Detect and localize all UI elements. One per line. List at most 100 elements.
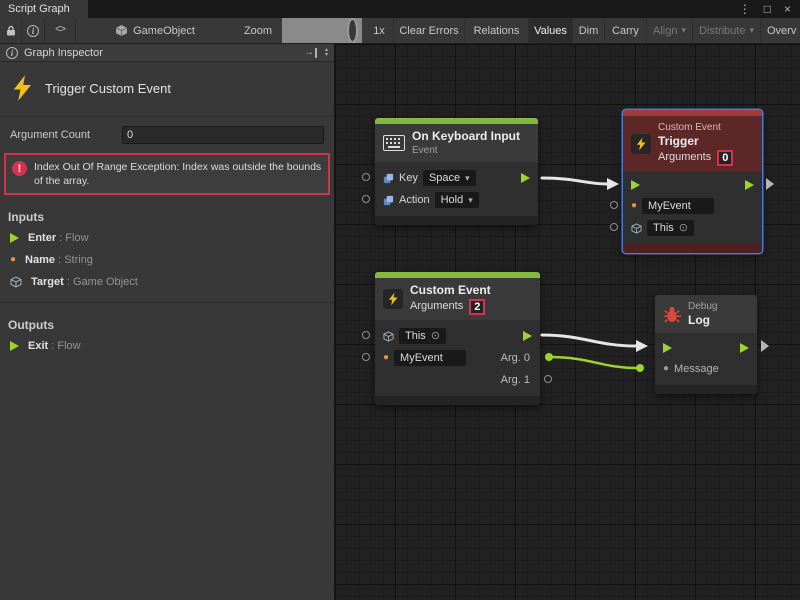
connection-arg0-to-message[interactable] [549, 357, 637, 368]
input-port[interactable] [362, 331, 370, 339]
node-footer [655, 385, 757, 394]
event-name-field[interactable]: MyEvent [642, 198, 714, 214]
output-port[interactable] [544, 375, 552, 383]
connection-keyboard-to-trigger[interactable] [542, 178, 607, 184]
node-trigger-custom-event[interactable]: Custom Event Trigger Arguments 0 ● MyEve… [623, 110, 762, 253]
message-row: ● Message [655, 358, 757, 380]
string-port-icon: ● [631, 201, 637, 211]
input-port[interactable] [610, 201, 618, 209]
tab-script-graph[interactable]: Script Graph [0, 0, 88, 18]
target-picker-icon[interactable]: ⊙ [679, 221, 688, 235]
collapse-panel-icon[interactable]: → [304, 48, 317, 58]
node-category: Debug [688, 300, 717, 313]
argument-count-row: Argument Count [10, 126, 324, 144]
input-port[interactable] [362, 173, 370, 181]
key-dropdown[interactable]: Space ▾ [423, 170, 476, 186]
connection-arrowhead [636, 340, 648, 352]
key-dropdown-value: Space [429, 171, 460, 185]
node-header: Debug Log [655, 295, 757, 333]
flow-output-port[interactable] [745, 180, 754, 190]
lightning-bolt-icon [383, 289, 403, 309]
input-port[interactable] [362, 195, 370, 203]
key-label: Key [399, 172, 418, 184]
node-title: On Keyboard Input [412, 129, 520, 144]
expand-caret-icon [761, 340, 769, 352]
flow-output-port[interactable] [523, 331, 532, 341]
argument-count-input[interactable] [122, 126, 324, 144]
node-body: This ⊙ ● MyEvent Arg. 0 Arg. 1 [375, 320, 540, 396]
close-icon[interactable]: × [784, 3, 791, 15]
outputs-section-header: Outputs [8, 318, 334, 332]
event-name-field[interactable]: MyEvent [394, 350, 466, 366]
section-divider [0, 302, 334, 303]
node-custom-event-arguments[interactable]: Custom Event Arguments 2 This ⊙ ● [375, 272, 540, 405]
zoom-value: 1x [368, 18, 390, 43]
info-icon: i [27, 25, 39, 37]
value-port-connected[interactable] [636, 364, 644, 372]
node-footer [375, 216, 538, 225]
align-button[interactable]: Align▾ [646, 18, 692, 43]
inspect-button[interactable]: i [22, 18, 45, 43]
values-button[interactable]: Values [528, 18, 572, 43]
flow-arrow-icon [10, 341, 19, 351]
input-port[interactable] [362, 353, 370, 361]
error-message-box: ! Index Out Of Range Exception: Index wa… [4, 153, 330, 195]
flow-output-port[interactable] [521, 173, 530, 183]
action-dropdown-value: Hold [441, 193, 464, 207]
key-icon [383, 173, 394, 184]
gameobject-cube-icon [631, 223, 642, 234]
flow-input-port[interactable] [663, 343, 672, 353]
value-port-connected[interactable] [545, 353, 553, 361]
distribute-button[interactable]: Distribute▾ [692, 18, 760, 43]
node-subtitle: Event [412, 144, 520, 157]
edit-source-button[interactable]: <> [45, 18, 76, 43]
flow-arrow-icon [10, 233, 19, 243]
window-menu-icon[interactable]: ⋮ [739, 3, 751, 15]
lock-button[interactable] [0, 18, 22, 43]
input-port[interactable] [610, 223, 618, 231]
unit-title-block: Trigger Custom Event [0, 62, 334, 117]
flow-output-port[interactable] [740, 343, 749, 353]
node-debug-log[interactable]: Debug Log ● Message [655, 295, 757, 394]
input-row-enter: Enter : Flow [0, 227, 334, 249]
flow-input-port[interactable] [631, 180, 640, 190]
dim-button[interactable]: Dim [572, 18, 604, 43]
connection-args-to-log[interactable] [542, 335, 636, 346]
info-icon: i [6, 47, 18, 59]
output-row-exit: Exit : Flow [0, 335, 334, 357]
carry-button[interactable]: Carry [604, 18, 646, 43]
clear-errors-button[interactable]: Clear Errors [393, 18, 464, 43]
input-row-name: ● Name : String [0, 249, 334, 271]
action-dropdown[interactable]: Hold ▾ [435, 192, 479, 208]
maximize-icon[interactable]: □ [764, 3, 771, 15]
node-on-keyboard-input[interactable]: On Keyboard Input Event Key Space ▾ Acti… [375, 118, 538, 225]
node-title: Log [688, 313, 717, 328]
gameobject-icon [115, 24, 128, 37]
connection-arrowhead [607, 178, 619, 190]
relations-button[interactable]: Relations [464, 18, 528, 43]
target-dropdown[interactable]: This ⊙ [399, 328, 446, 344]
overview-button[interactable]: Overv [760, 18, 800, 43]
gameobject-selector[interactable]: GameObject [110, 18, 200, 43]
target-value: This [405, 329, 426, 343]
node-footer [623, 243, 762, 253]
inputs-section-header: Inputs [8, 210, 334, 224]
value-port-icon[interactable]: ● [663, 364, 669, 374]
target-picker-icon[interactable]: ⊙ [431, 329, 440, 343]
bug-icon [663, 305, 681, 323]
arg1-label: Arg. 1 [501, 374, 530, 386]
window-tab-bar: Script Graph ⋮ □ × [0, 0, 800, 18]
arguments-label: Arguments [658, 149, 711, 166]
target-dropdown[interactable]: This ⊙ [647, 220, 694, 236]
zoom-slider-knob[interactable] [347, 18, 358, 43]
arguments-label: Arguments [410, 298, 463, 315]
node-footer [375, 396, 540, 405]
argument-count-label: Argument Count [10, 129, 122, 141]
input-row-target: Target : Game Object [0, 271, 334, 293]
target-row: This ⊙ [375, 325, 540, 347]
graph-toolbar: i <> GameObject Zoom 1x Clear Errors Rel… [0, 18, 800, 44]
chevron-down-icon: ▾ [681, 25, 686, 36]
graph-canvas[interactable]: On Keyboard Input Event Key Space ▾ Acti… [335, 44, 800, 600]
panel-stepper[interactable]: ▴ ▾ [325, 48, 328, 58]
unit-title: Trigger Custom Event [45, 81, 171, 96]
